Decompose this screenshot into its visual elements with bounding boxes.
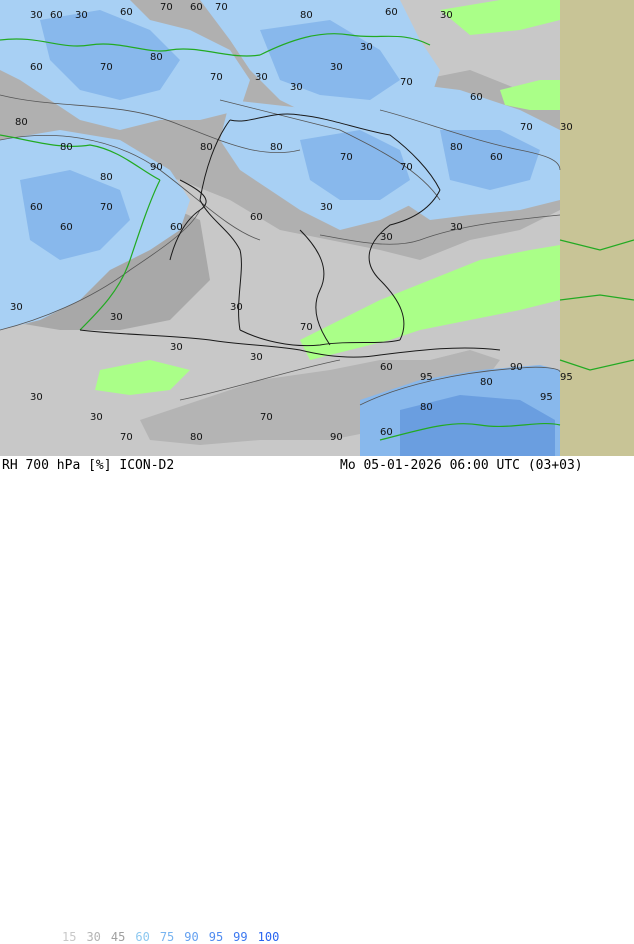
contour-label: 60 — [120, 7, 133, 18]
legend-item: 100 — [257, 930, 280, 944]
contour-label: 60 — [380, 362, 393, 373]
legend: 15 30 45 60 75 90 95 99 100 — [62, 930, 289, 944]
rh-map: 30 60 30 60 70 60 70 80 60 30 60 70 80 70 30 30 30 30 70 60… — [0, 0, 634, 456]
contour-label: 30 — [110, 312, 123, 323]
contour-label: 80 — [60, 142, 73, 153]
legend-item: 99 — [233, 930, 248, 944]
contour-label: 70 — [400, 162, 413, 173]
contour-label: 30 — [450, 222, 463, 233]
contour-label: 70 — [120, 432, 133, 443]
contour-label: 60 — [60, 222, 73, 233]
legend-item: 30 — [86, 930, 101, 944]
right-strip — [560, 0, 634, 456]
contour-label: 60 — [190, 2, 203, 13]
contour-label: 30 — [75, 10, 88, 21]
contour-label: 70 — [210, 72, 223, 83]
contour-label: 60 — [490, 152, 503, 163]
contour-label: 70 — [260, 412, 273, 423]
contour-label: 90 — [510, 362, 523, 373]
contour-label: 70 — [215, 2, 228, 13]
contour-label: 70 — [300, 322, 313, 333]
contour-label: 30 — [30, 10, 43, 21]
contour-label: 60 — [385, 7, 398, 18]
contour-label: 30 — [30, 392, 43, 403]
legend-item: 15 — [62, 930, 77, 944]
contour-label: 30 — [360, 42, 373, 53]
contour-label: 90 — [150, 162, 163, 173]
contour-label: 70 — [100, 62, 113, 73]
legend-item: 95 — [208, 930, 224, 944]
contour-label: 60 — [470, 92, 483, 103]
contour-label: 80 — [200, 142, 213, 153]
contour-label: 80 — [300, 10, 313, 21]
legend-item: 90 — [184, 930, 199, 944]
contour-label: 30 — [255, 72, 268, 83]
contour-label: 30 — [290, 82, 303, 93]
contour-label: 30 — [10, 302, 23, 313]
contour-label: 80 — [15, 117, 28, 128]
contour-label: 60 — [30, 62, 43, 73]
footer: RH 700 hPa [%] ICON-D2 Mo 05-01-2026 06:… — [0, 456, 634, 944]
contour-label: 70 — [340, 152, 353, 163]
contour-label: 70 — [160, 2, 173, 13]
contour-label: 80 — [270, 142, 283, 153]
contour-label: 30 — [560, 122, 573, 133]
contour-label: 30 — [250, 352, 263, 363]
contour-label: 30 — [230, 302, 243, 313]
contour-label: 30 — [330, 62, 343, 73]
contour-label: 60 — [250, 212, 263, 223]
contour-label: 70 — [520, 122, 533, 133]
legend-item: 75 — [159, 930, 175, 944]
contour-label: 90 — [330, 432, 343, 443]
contour-label: 95 — [540, 392, 553, 403]
contour-label: 95 — [420, 372, 433, 383]
contour-label: 60 — [170, 222, 183, 233]
contour-label: 60 — [50, 10, 63, 21]
contour-label: 30 — [440, 10, 453, 21]
contour-label: 70 — [400, 77, 413, 88]
legend-item: 45 — [110, 930, 126, 944]
map-datetime: Mo 05-01-2026 06:00 UTC (03+03) — [340, 458, 583, 473]
legend-item: 60 — [135, 930, 150, 944]
contour-label: 60 — [30, 202, 43, 213]
contour-label: 30 — [170, 342, 183, 353]
contour-label: 80 — [190, 432, 203, 443]
contour-label: 80 — [100, 172, 113, 183]
contour-label: 30 — [380, 232, 393, 243]
contour-label: 80 — [420, 402, 433, 413]
contour-label: 80 — [480, 377, 493, 388]
contour-label: 80 — [150, 52, 163, 63]
contour-label: 30 — [320, 202, 333, 213]
contour-label: 70 — [100, 202, 113, 213]
contour-label: 60 — [380, 427, 393, 438]
contour-label: 80 — [450, 142, 463, 153]
contour-label: 95 — [560, 372, 573, 383]
map-title: RH 700 hPa [%] ICON-D2 — [2, 458, 175, 473]
contour-label: 30 — [90, 412, 103, 423]
